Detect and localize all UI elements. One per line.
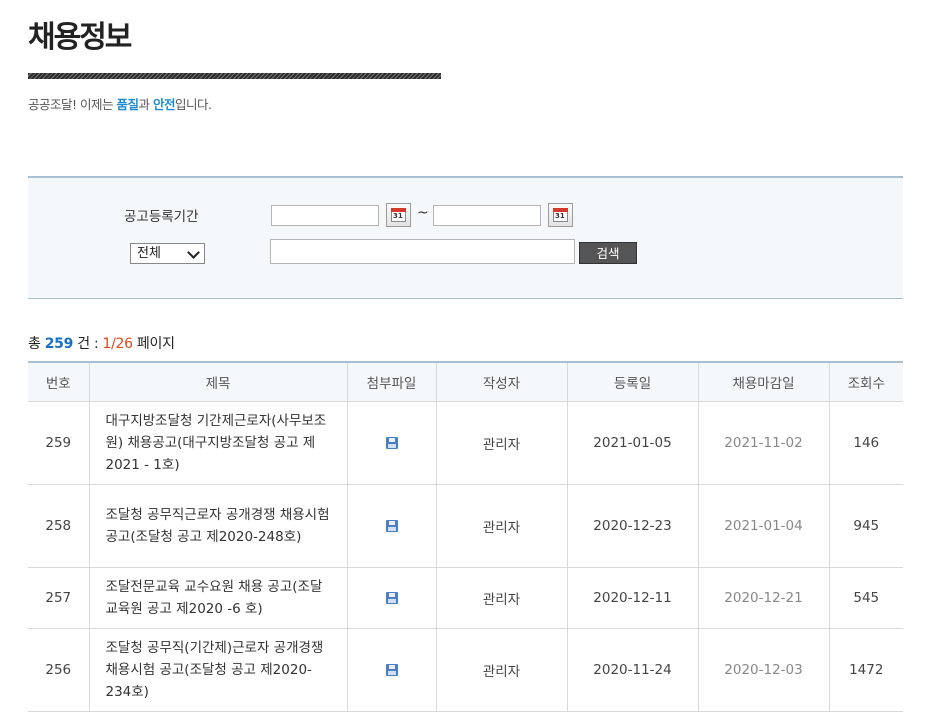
- attachment-disk-icon[interactable]: [385, 520, 398, 532]
- page-info: 1/26: [102, 336, 134, 352]
- row-registered-date: 2020-12-23: [566, 484, 698, 568]
- attachment-disk-icon[interactable]: [385, 437, 398, 449]
- row-title-link[interactable]: 대구지방조달청 기간제근로자(사무보조원) 채용공고(대구지방조달청 공고 제2…: [88, 401, 347, 485]
- header-views: 조회수: [828, 362, 903, 402]
- header-number: 번호: [28, 362, 89, 402]
- slogan-highlight-safety: 안전: [152, 97, 176, 112]
- row-views: 545: [828, 567, 903, 629]
- slogan-prefix: 공공조달! 이제는: [28, 97, 117, 112]
- header-attachment: 첨부파일: [346, 362, 436, 402]
- table-row: 256 조달청 공무직(기간제)근로자 공개경쟁 채용시험 공고(조달청 공고 …: [28, 628, 903, 712]
- slogan-mid: 과: [138, 97, 153, 112]
- row-title-link[interactable]: 조달청 공무직(기간제)근로자 공개경쟁 채용시험 공고(조달청 공고 제202…: [88, 628, 347, 712]
- summary-unit: 건 :: [73, 336, 103, 352]
- slogan-highlight-quality: 품질: [116, 97, 139, 112]
- row-views: 1472: [828, 628, 903, 712]
- header-author: 작성자: [435, 362, 567, 402]
- calendar-day: 31: [555, 212, 565, 220]
- row-attachment: [346, 628, 436, 712]
- attachment-disk-icon[interactable]: [385, 664, 398, 676]
- table-row: 259 대구지방조달청 기간제근로자(사무보조원) 채용공고(대구지방조달청 공…: [28, 401, 903, 485]
- job-posting-table: 번호 제목 첨부파일 작성자 등록일 채용마감일 조회수 259 대구지방조달청…: [28, 361, 903, 712]
- row-attachment: [346, 567, 436, 629]
- row-registered-date: 2021-01-05: [566, 401, 698, 485]
- header-title: 제목: [88, 362, 347, 402]
- chevron-down-icon: [187, 246, 200, 259]
- row-author: 관리자: [435, 401, 567, 485]
- category-select[interactable]: 전체: [130, 243, 205, 264]
- row-number: 259: [28, 401, 89, 485]
- row-title-link[interactable]: 조달전문교육 교수요원 채용 공고(조달교육원 공고 제2020 -6 호): [88, 567, 347, 629]
- keyword-input[interactable]: [270, 239, 575, 264]
- row-attachment: [346, 401, 436, 485]
- row-number: 258: [28, 484, 89, 568]
- table-row: 257 조달전문교육 교수요원 채용 공고(조달교육원 공고 제2020 -6 …: [28, 567, 903, 629]
- row-attachment: [346, 484, 436, 568]
- row-views: 146: [828, 401, 903, 485]
- slogan-suffix: 입니다.: [174, 97, 212, 112]
- slogan: 공공조달! 이제는 품질과 안전입니다.: [28, 94, 212, 113]
- search-button[interactable]: 검색: [579, 242, 637, 264]
- start-calendar-button[interactable]: 31: [386, 203, 411, 227]
- row-deadline: 2020-12-03: [697, 628, 829, 712]
- page-title: 채용정보: [28, 20, 132, 55]
- row-author: 관리자: [435, 484, 567, 568]
- row-deadline: 2020-12-21: [697, 567, 829, 629]
- summary-suffix: 페이지: [132, 336, 175, 352]
- result-summary: 총 259 건 : 1/26 페이지: [28, 333, 175, 353]
- row-views: 945: [828, 484, 903, 568]
- row-registered-date: 2020-11-24: [566, 628, 698, 712]
- row-author: 관리자: [435, 628, 567, 712]
- attachment-disk-icon[interactable]: [385, 592, 398, 604]
- row-number: 257: [28, 567, 89, 629]
- calendar-icon: 31: [391, 208, 406, 222]
- row-number: 256: [28, 628, 89, 712]
- row-author: 관리자: [435, 567, 567, 629]
- summary-prefix: 총: [28, 336, 45, 352]
- category-selected: 전체: [137, 246, 161, 261]
- period-label: 공고등록기간: [124, 209, 199, 225]
- row-registered-date: 2020-12-11: [566, 567, 698, 629]
- end-calendar-button[interactable]: 31: [548, 203, 573, 227]
- row-title-link[interactable]: 조달청 공무직근로자 공개경쟁 채용시험 공고(조달청 공고 제2020-248…: [88, 484, 347, 568]
- calendar-icon: 31: [553, 208, 568, 222]
- end-date-input[interactable]: [433, 205, 541, 226]
- row-deadline: 2021-01-04: [697, 484, 829, 568]
- table-row: 258 조달청 공무직근로자 공개경쟁 채용시험 공고(조달청 공고 제2020…: [28, 484, 903, 568]
- table-header-row: 번호 제목 첨부파일 작성자 등록일 채용마감일 조회수: [28, 362, 903, 402]
- start-date-input[interactable]: [271, 205, 379, 226]
- header-deadline: 채용마감일: [697, 362, 829, 402]
- date-range-separator: ~: [417, 205, 429, 221]
- total-count: 259: [44, 336, 74, 352]
- header-registered-date: 등록일: [566, 362, 698, 402]
- title-underline: [28, 73, 441, 79]
- search-panel: 공고등록기간 31 ~ 31 전체 검색: [28, 176, 903, 299]
- calendar-day: 31: [393, 212, 403, 220]
- row-deadline: 2021-11-02: [697, 401, 829, 485]
